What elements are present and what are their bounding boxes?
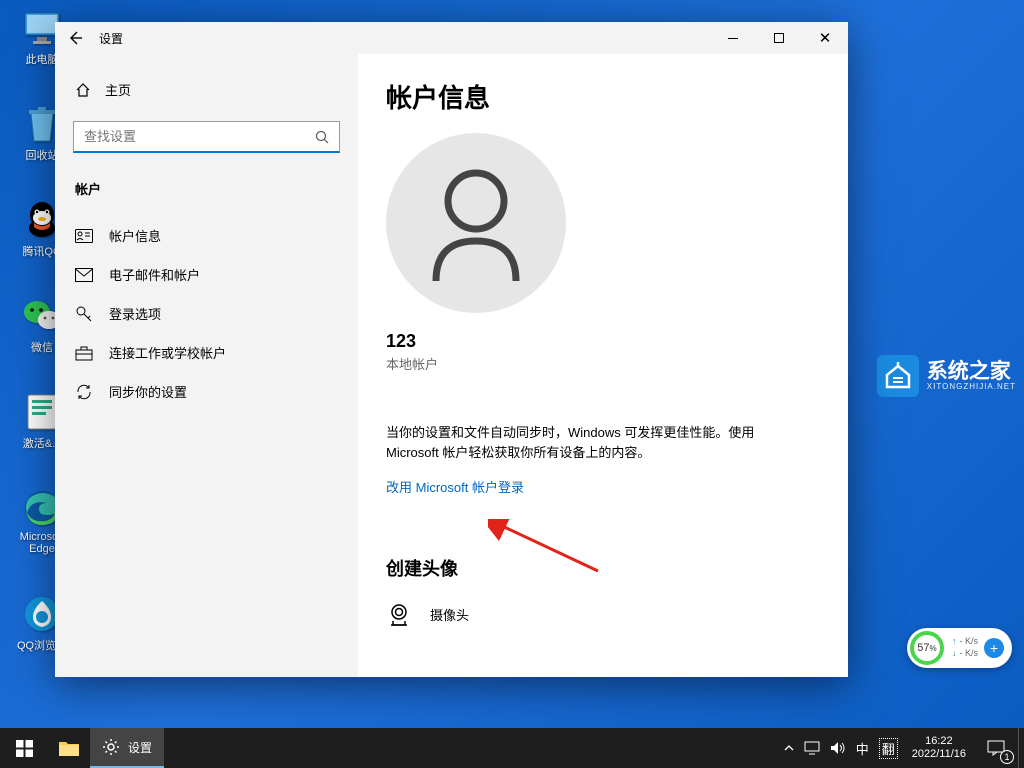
watermark-logo-icon — [877, 355, 919, 397]
ms-account-link[interactable]: 改用 Microsoft 帐户登录 — [386, 477, 524, 496]
tray-volume-icon[interactable] — [830, 741, 846, 755]
nav-label: 电子邮件和帐户 — [109, 265, 200, 284]
person-icon — [421, 163, 531, 283]
camera-option[interactable]: 摄像头 — [386, 601, 820, 627]
content: 帐户信息 123 本地帐户 当你的设置和文件自动同步时，Windows 可发挥更… — [358, 54, 848, 677]
desktop-icon-label: 微信 — [31, 339, 53, 355]
tray-ime-mode[interactable]: 翻 — [879, 738, 898, 759]
start-button[interactable] — [0, 728, 48, 768]
nav-account-info[interactable]: 帐户信息 — [73, 216, 340, 255]
tray-chevron-icon[interactable] — [784, 743, 794, 753]
sidebar: 主页 帐户 帐户信息 电子邮件和帐户 — [55, 54, 358, 677]
nav-sync[interactable]: 同步你的设置 — [73, 372, 340, 411]
watermark-url: XITONGZHIJIA.NET — [927, 383, 1016, 392]
nav-label: 连接工作或学校帐户 — [109, 343, 226, 362]
taskbar: 设置 中 翻 16:22 2022/11/16 1 — [0, 728, 1024, 768]
notification-button[interactable]: 1 — [974, 728, 1018, 768]
tray-ime-lang[interactable]: 中 — [856, 739, 869, 758]
username: 123 — [386, 331, 820, 352]
show-desktop-button[interactable] — [1018, 728, 1024, 768]
settings-window: 设置 ✕ 主页 帐户 帐户 — [55, 22, 848, 677]
notification-badge: 1 — [1000, 750, 1014, 764]
home-label: 主页 — [105, 80, 131, 99]
nav-label: 登录选项 — [109, 304, 161, 323]
system-tray: 中 翻 — [778, 738, 904, 759]
avatar — [386, 133, 566, 313]
clock-date: 2022/11/16 — [912, 748, 966, 761]
search-icon — [315, 130, 329, 144]
nav-email[interactable]: 电子邮件和帐户 — [73, 255, 340, 294]
search-input[interactable] — [73, 121, 340, 153]
nav-label: 帐户信息 — [109, 226, 161, 245]
search-field[interactable] — [84, 129, 315, 144]
nav-signin[interactable]: 登录选项 — [73, 294, 340, 333]
tray-monitor-icon[interactable] — [804, 741, 820, 755]
titlebar[interactable]: 设置 ✕ — [55, 22, 848, 54]
create-avatar-heading: 创建头像 — [386, 555, 820, 581]
network-meter[interactable]: 57% ↑- K/s ↓- K/s + — [907, 628, 1012, 668]
desktop: 此电脑 回收站 腾讯QQ 微信 激活&... Microsoft Edge QQ… — [0, 0, 1024, 768]
watermark-title: 系统之家 — [927, 360, 1016, 383]
home-link[interactable]: 主页 — [73, 76, 340, 103]
meter-speeds: ↑- K/s ↓- K/s — [952, 636, 978, 659]
nav-label: 同步你的设置 — [109, 382, 187, 401]
maximize-button[interactable] — [756, 22, 802, 54]
taskbar-explorer[interactable] — [48, 728, 90, 768]
folder-icon — [58, 739, 80, 757]
gear-icon — [102, 738, 120, 756]
meter-percent: 57% — [910, 631, 944, 665]
clock-time: 16:22 — [912, 735, 966, 748]
desktop-icon-label: 回收站 — [26, 147, 59, 163]
minimize-button[interactable] — [710, 22, 756, 54]
camera-label: 摄像头 — [430, 605, 469, 624]
home-icon — [75, 82, 91, 98]
nav-work-school[interactable]: 连接工作或学校帐户 — [73, 333, 340, 372]
window-title: 设置 — [99, 30, 123, 47]
close-button[interactable]: ✕ — [802, 22, 848, 54]
key-icon — [75, 305, 93, 323]
windows-icon — [16, 740, 33, 757]
sidebar-section: 帐户 — [73, 179, 340, 198]
account-type: 本地帐户 — [386, 354, 820, 373]
desktop-icon-label: 此电脑 — [26, 51, 59, 67]
taskbar-app-label: 设置 — [128, 739, 152, 756]
person-card-icon — [75, 227, 93, 245]
meter-plus-icon[interactable]: + — [984, 638, 1004, 658]
back-button[interactable] — [55, 22, 95, 54]
sync-icon — [75, 383, 93, 401]
mail-icon — [75, 266, 93, 284]
briefcase-icon — [75, 344, 93, 362]
watermark: 系统之家 XITONGZHIJIA.NET — [877, 355, 1016, 397]
page-heading: 帐户信息 — [386, 78, 820, 115]
sync-description: 当你的设置和文件自动同步时，Windows 可发挥更佳性能。使用 Microso… — [386, 423, 806, 463]
taskbar-settings[interactable]: 设置 — [90, 728, 164, 768]
taskbar-clock[interactable]: 16:22 2022/11/16 — [904, 735, 974, 761]
camera-icon — [386, 601, 412, 627]
